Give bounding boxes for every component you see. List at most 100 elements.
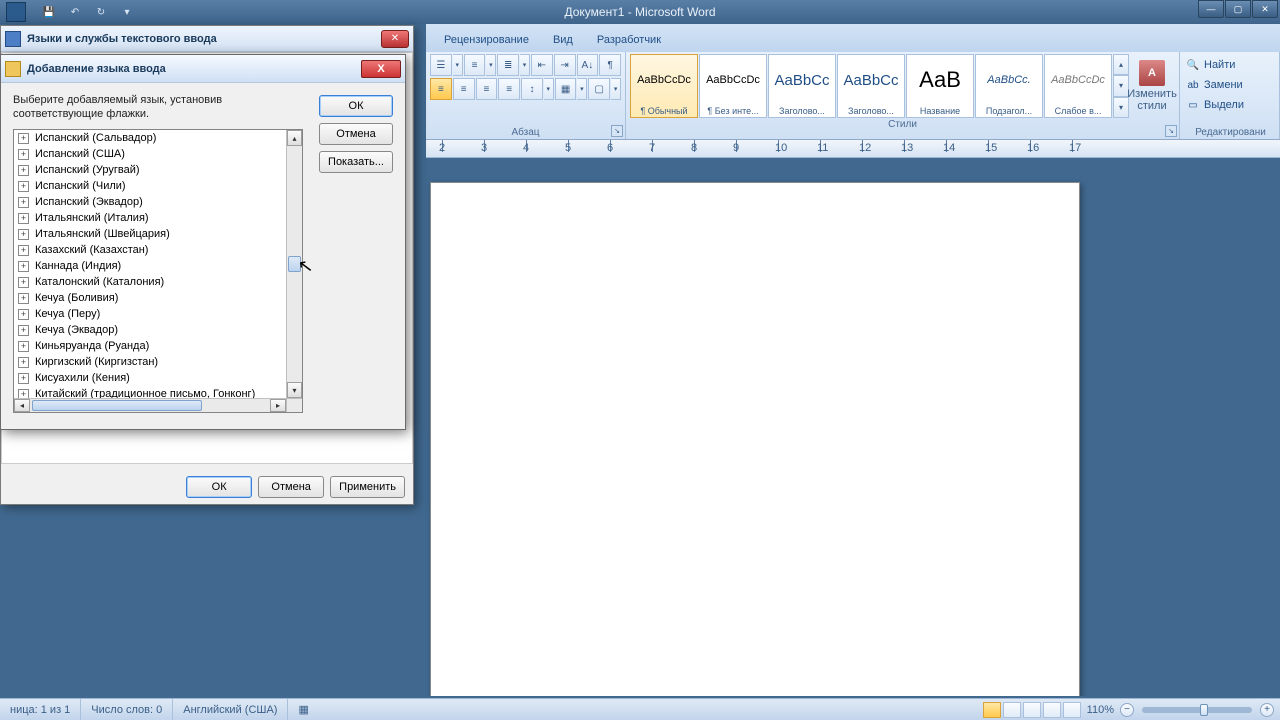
status-macro-icon[interactable]: ▦ (298, 703, 308, 716)
language-item[interactable]: +Итальянский (Швейцария) (14, 226, 286, 242)
status-word-count[interactable]: Число слов: 0 (81, 699, 173, 720)
language-item[interactable]: +Казахский (Казахстан) (14, 242, 286, 258)
add-language-ok-button[interactable]: ОК (319, 95, 393, 117)
tree-expand-icon[interactable]: + (18, 149, 29, 160)
language-item[interactable]: +Итальянский (Италия) (14, 210, 286, 226)
style-chip[interactable]: AaBbCcDc¶ Обычный (630, 54, 698, 118)
language-list[interactable]: +Испанский (Сальвадор)+Испанский (США)+И… (14, 130, 286, 398)
tree-expand-icon[interactable]: + (18, 389, 29, 399)
text-services-close-button[interactable]: ✕ (381, 30, 409, 48)
add-language-show-button[interactable]: Показать... (319, 151, 393, 173)
zoom-thumb[interactable] (1200, 704, 1208, 716)
vscroll-track[interactable] (287, 146, 302, 382)
close-button[interactable]: ✕ (1252, 0, 1278, 18)
language-item[interactable]: +Кечуа (Перу) (14, 306, 286, 322)
language-item[interactable]: +Китайский (традиционное письмо, Гонконг… (14, 386, 286, 398)
change-styles-button[interactable]: Изменить стили (1129, 54, 1175, 118)
tab-review[interactable]: Рецензирование (432, 28, 541, 52)
line-spacing-icon[interactable]: ↕ (521, 78, 543, 100)
language-item[interactable]: +Испанский (США) (14, 146, 286, 162)
tab-view[interactable]: Вид (541, 28, 585, 52)
show-marks-icon[interactable]: ¶ (599, 54, 621, 76)
replace-button[interactable]: abЗамени (1186, 76, 1275, 94)
language-item[interactable]: +Испанский (Уругвай) (14, 162, 286, 178)
paragraph-expand-icon[interactable]: ↘ (611, 125, 623, 137)
dialog-text-services-titlebar[interactable]: Языки и службы текстового ввода ✕ (1, 26, 413, 52)
shading-dropdown-icon[interactable]: ▾ (577, 78, 587, 100)
hscroll-left-icon[interactable]: ◂ (14, 399, 30, 412)
add-language-cancel-button[interactable]: Отмена (319, 123, 393, 145)
hscroll-thumb[interactable] (32, 400, 202, 411)
bullets-icon[interactable]: ☰ (430, 54, 452, 76)
office-button-icon[interactable] (6, 2, 26, 22)
tree-expand-icon[interactable]: + (18, 133, 29, 144)
style-chip[interactable]: АаВНазвание (906, 54, 974, 118)
justify-icon[interactable]: ≡ (498, 78, 520, 100)
vscroll-thumb[interactable] (288, 256, 301, 272)
tree-expand-icon[interactable]: + (18, 325, 29, 336)
styles-expand-icon[interactable]: ↘ (1165, 125, 1177, 137)
numbering-icon[interactable]: ≡ (464, 54, 486, 76)
find-button[interactable]: 🔍Найти (1186, 56, 1275, 74)
style-chip[interactable]: AaBbCcЗаголово... (768, 54, 836, 118)
add-language-close-button[interactable]: X (361, 60, 401, 78)
increase-indent-icon[interactable]: ⇥ (554, 54, 576, 76)
tab-developer[interactable]: Разработчик (585, 28, 673, 52)
zoom-slider[interactable] (1142, 707, 1252, 713)
language-item[interactable]: +Кечуа (Эквадор) (14, 322, 286, 338)
style-chip[interactable]: AaBbCc.Подзагол... (975, 54, 1043, 118)
style-chip[interactable]: AaBbCcЗаголово... (837, 54, 905, 118)
language-list-hscroll[interactable]: ◂ ▸ (14, 398, 286, 412)
tree-expand-icon[interactable]: + (18, 181, 29, 192)
style-chip[interactable]: AaBbCcDc¶ Без инте... (699, 54, 767, 118)
language-list-vscroll[interactable]: ▴ ▾ (286, 130, 302, 398)
view-web-layout-icon[interactable] (1023, 702, 1041, 718)
hscroll-right-icon[interactable]: ▸ (270, 399, 286, 412)
view-draft-icon[interactable] (1063, 702, 1081, 718)
document-page[interactable] (430, 182, 1080, 696)
zoom-in-button[interactable]: + (1260, 703, 1274, 717)
select-button[interactable]: ▭Выдели (1186, 96, 1275, 114)
view-print-layout-icon[interactable] (983, 702, 1001, 718)
tree-expand-icon[interactable]: + (18, 373, 29, 384)
save-icon[interactable]: 💾 (38, 3, 60, 21)
tree-expand-icon[interactable]: + (18, 309, 29, 320)
hscroll-track[interactable] (30, 399, 270, 412)
qat-more-icon[interactable]: ▾ (116, 3, 138, 21)
language-item[interactable]: +Киргизский (Киргизстан) (14, 354, 286, 370)
multilevel-icon[interactable]: ≣ (497, 54, 519, 76)
numbering-dropdown-icon[interactable]: ▾ (486, 54, 496, 76)
tree-expand-icon[interactable]: + (18, 277, 29, 288)
multilevel-dropdown-icon[interactable]: ▾ (520, 54, 530, 76)
gallery-up-icon[interactable]: ▴ (1113, 54, 1129, 75)
text-services-ok-button[interactable]: ОК (186, 476, 252, 498)
border-icon[interactable]: ▢ (588, 78, 610, 100)
shading-icon[interactable]: ▦ (555, 78, 577, 100)
align-left-icon[interactable]: ≡ (430, 78, 452, 100)
language-item[interactable]: +Кечуа (Боливия) (14, 290, 286, 306)
line-spacing-dropdown-icon[interactable]: ▾ (544, 78, 554, 100)
tree-expand-icon[interactable]: + (18, 357, 29, 368)
language-item[interactable]: +Испанский (Эквадор) (14, 194, 286, 210)
dialog-add-language-titlebar[interactable]: Добавление языка ввода X (1, 55, 405, 83)
status-page[interactable]: ница: 1 из 1 (0, 699, 81, 720)
tree-expand-icon[interactable]: + (18, 197, 29, 208)
view-outline-icon[interactable] (1043, 702, 1061, 718)
align-right-icon[interactable]: ≡ (476, 78, 498, 100)
language-item[interactable]: +Кисуахили (Кения) (14, 370, 286, 386)
language-item[interactable]: +Испанский (Сальвадор) (14, 130, 286, 146)
horizontal-ruler[interactable]: 234567891011121314151617 (426, 140, 1280, 158)
maximize-button[interactable]: ▢ (1225, 0, 1251, 18)
minimize-button[interactable]: — (1198, 0, 1224, 18)
redo-icon[interactable]: ↻ (90, 3, 112, 21)
sort-icon[interactable]: A↓ (577, 54, 599, 76)
zoom-level[interactable]: 110% (1087, 704, 1114, 716)
tree-expand-icon[interactable]: + (18, 341, 29, 352)
language-item[interactable]: +Испанский (Чили) (14, 178, 286, 194)
zoom-out-button[interactable]: − (1120, 703, 1134, 717)
language-item[interactable]: +Каталонский (Каталония) (14, 274, 286, 290)
bullets-dropdown-icon[interactable]: ▾ (453, 54, 463, 76)
text-services-apply-button[interactable]: Применить (330, 476, 405, 498)
language-item[interactable]: +Киньяруанда (Руанда) (14, 338, 286, 354)
decrease-indent-icon[interactable]: ⇤ (531, 54, 553, 76)
